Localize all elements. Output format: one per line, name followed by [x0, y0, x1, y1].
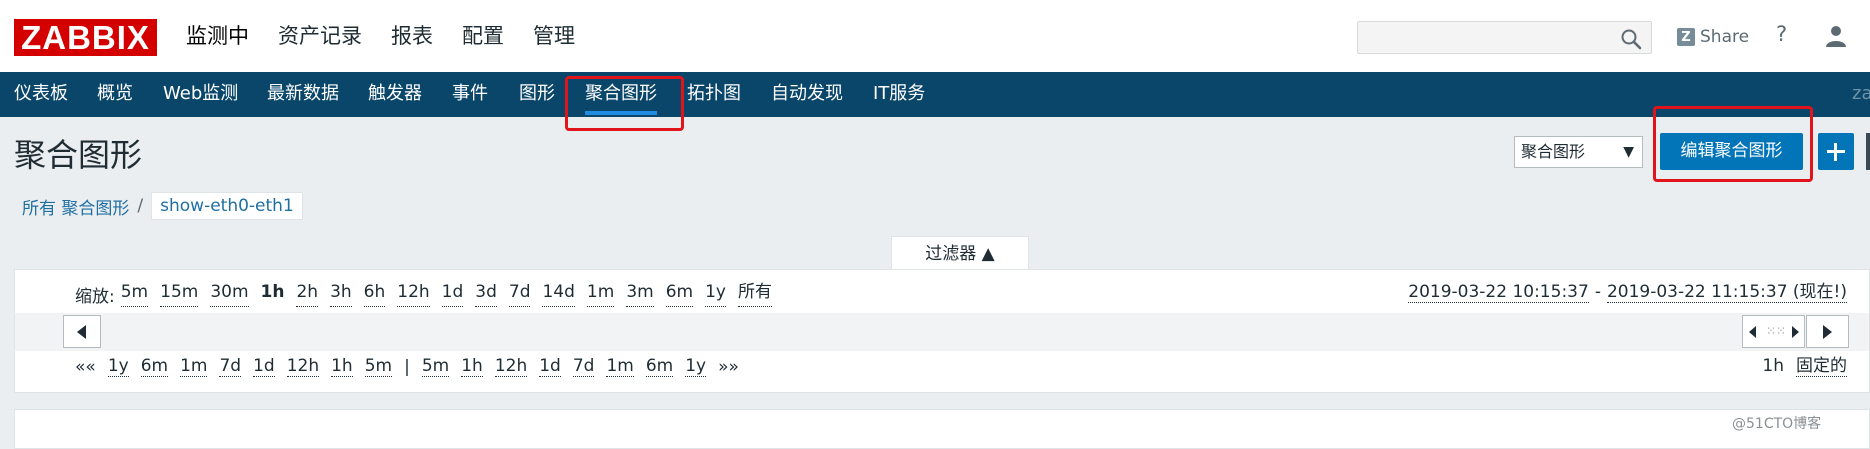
- zoom-7d[interactable]: 7d: [508, 282, 531, 307]
- screen-type-select[interactable]: 聚合图形 ▼: [1514, 136, 1643, 168]
- subnav-overview[interactable]: 概览: [97, 72, 133, 117]
- menu-monitoring[interactable]: 监测中: [186, 0, 249, 72]
- zoom-3d[interactable]: 3d: [475, 282, 497, 307]
- date-to[interactable]: 2019-03-22 11:15:37 (现在!): [1606, 282, 1847, 303]
- annotation-box-screens: [565, 76, 684, 131]
- breadcrumb: 所有 聚合图形 / show-eth0-eth1: [22, 192, 303, 220]
- date-from[interactable]: 2019-03-22 10:15:37: [1408, 282, 1589, 303]
- zoom-2h[interactable]: 2h: [296, 282, 319, 307]
- forward-12h[interactable]: 12h: [494, 356, 528, 377]
- forward-5m[interactable]: 5m: [421, 356, 450, 377]
- zabbix-share-icon: Z: [1677, 28, 1695, 46]
- subnav-graphs[interactable]: 图形: [519, 72, 555, 117]
- annotation-box-edit: [1653, 106, 1813, 182]
- zoom-6h[interactable]: 6h: [363, 282, 386, 307]
- share-label: Share: [1700, 27, 1750, 47]
- dropdown-arrow-icon: ▼: [1623, 144, 1634, 160]
- timeline-scrollbar[interactable]: ⁙⁙: [15, 313, 1869, 351]
- forward-1d[interactable]: 1d: [539, 356, 561, 377]
- menu-reports[interactable]: 报表: [391, 0, 433, 72]
- subnav-discovery[interactable]: 自动发现: [771, 72, 843, 117]
- period-fixed-toggle[interactable]: 固定的: [1796, 356, 1847, 377]
- breadcrumb-all-screens[interactable]: 所有 聚合图形: [22, 194, 129, 219]
- zoom-1d[interactable]: 1d: [441, 282, 464, 307]
- user-profile-icon[interactable]: [1824, 24, 1848, 48]
- zoom-3h[interactable]: 3h: [330, 282, 352, 307]
- zoom-3m[interactable]: 3m: [626, 282, 654, 307]
- share-link[interactable]: Z Share: [1677, 25, 1749, 49]
- shift-forward-suffix: »»: [718, 356, 739, 377]
- subnav-it-services[interactable]: IT服务: [873, 72, 925, 117]
- breadcrumb-separator: /: [137, 196, 144, 216]
- handle-left-icon: [1749, 326, 1756, 338]
- zoom-1h[interactable]: 1h: [261, 282, 285, 307]
- back-1h[interactable]: 1h: [331, 356, 353, 377]
- back-12h[interactable]: 12h: [286, 356, 320, 377]
- help-icon[interactable]: ?: [1776, 22, 1787, 46]
- forward-1m[interactable]: 1m: [606, 356, 634, 377]
- zoom-12h[interactable]: 12h: [397, 282, 430, 307]
- zoom-5m[interactable]: 5m: [120, 282, 149, 307]
- date-dash: -: [1594, 282, 1601, 302]
- add-icon[interactable]: [1818, 133, 1854, 170]
- top-header: ZABBIX 监测中 资产记录 报表 配置 管理 Z Share ?: [0, 0, 1870, 73]
- zoom-1y[interactable]: 1y: [705, 282, 726, 307]
- scroll-left-button[interactable]: [63, 315, 101, 348]
- subnav-triggers[interactable]: 触发器: [368, 72, 422, 117]
- arrow-right-icon: [1823, 325, 1832, 339]
- zoom-row: 缩放: 5m 15m 30m 1h 2h 3h 6h 12h 1d 3d 7d …: [75, 282, 784, 307]
- period-info: 1h 固定的: [1762, 356, 1847, 377]
- subnav-user-tail: za: [1852, 83, 1870, 104]
- zoom-14d[interactable]: 14d: [542, 282, 575, 307]
- zoom-label: 缩放:: [75, 287, 115, 307]
- breadcrumb-current[interactable]: show-eth0-eth1: [151, 192, 303, 220]
- subnav-maps[interactable]: 拓扑图: [687, 72, 741, 117]
- screen-content-panel: [14, 409, 1870, 449]
- time-shift-row: «« 1y 6m 1m 7d 1d 12h 1h 5m | 5m 1h 12h …: [75, 356, 751, 377]
- forward-7d[interactable]: 7d: [572, 356, 595, 377]
- subnav-latest-data[interactable]: 最新数据: [267, 72, 339, 117]
- grip-icon: ⁙⁙: [1766, 324, 1787, 338]
- back-7d[interactable]: 7d: [219, 356, 242, 377]
- zoom-30m[interactable]: 30m: [210, 282, 249, 307]
- back-1y[interactable]: 1y: [107, 356, 129, 377]
- period-value: 1h: [1762, 356, 1784, 376]
- zabbix-logo[interactable]: ZABBIX: [14, 19, 157, 56]
- subnav-web[interactable]: Web监测: [163, 72, 238, 117]
- handle-right-icon: [1792, 326, 1799, 338]
- menu-inventory[interactable]: 资产记录: [278, 0, 362, 72]
- forward-1y[interactable]: 1y: [685, 356, 707, 377]
- search-input[interactable]: [1357, 21, 1652, 54]
- filter-toggle-tab[interactable]: 过滤器 ▲: [891, 236, 1029, 270]
- back-1m[interactable]: 1m: [180, 356, 208, 377]
- forward-1h[interactable]: 1h: [461, 356, 483, 377]
- menu-configuration[interactable]: 配置: [462, 0, 504, 72]
- search-icon[interactable]: [1620, 28, 1642, 50]
- back-1d[interactable]: 1d: [253, 356, 275, 377]
- zoom-6m[interactable]: 6m: [665, 282, 694, 307]
- shift-back-prefix: ««: [75, 356, 96, 377]
- zoom-all[interactable]: 所有: [737, 282, 772, 307]
- watermark: @51CTO博客: [1732, 416, 1822, 432]
- forward-6m[interactable]: 6m: [645, 356, 674, 377]
- arrow-left-icon: [77, 325, 86, 339]
- page-title: 聚合图形: [14, 136, 143, 174]
- zoom-handle[interactable]: ⁙⁙: [1742, 315, 1805, 348]
- date-range: 2019-03-22 10:15:37 - 2019-03-22 11:15:3…: [1408, 282, 1847, 303]
- zoom-1m[interactable]: 1m: [586, 282, 615, 307]
- menu-administration[interactable]: 管理: [533, 0, 575, 72]
- zoom-15m[interactable]: 15m: [160, 282, 199, 307]
- subnav-dashboard[interactable]: 仪表板: [14, 72, 68, 117]
- subnav-events[interactable]: 事件: [452, 72, 488, 117]
- main-menu: 监测中 资产记录 报表 配置 管理: [186, 0, 604, 72]
- shift-divider: |: [404, 356, 410, 377]
- scroll-right-button[interactable]: [1806, 315, 1849, 348]
- back-6m[interactable]: 6m: [140, 356, 169, 377]
- back-5m[interactable]: 5m: [364, 356, 393, 377]
- kiosk-mode-button[interactable]: [1866, 133, 1870, 170]
- select-value: 聚合图形: [1521, 142, 1586, 161]
- sub-navigation: 仪表板 概览 Web监测 最新数据 触发器 事件 图形 聚合图形 拓扑图 自动发…: [0, 72, 1870, 117]
- time-filter-panel: 缩放: 5m 15m 30m 1h 2h 3h 6h 12h 1d 3d 7d …: [14, 269, 1870, 393]
